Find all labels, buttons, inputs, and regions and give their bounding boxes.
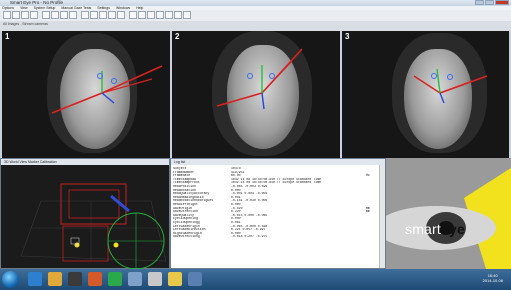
toolbar-button-icon[interactable] [3, 11, 11, 19]
toolbar-button-icon[interactable] [117, 11, 125, 19]
camera-strip: All images - Stream cameras [0, 21, 511, 31]
toolbar-button-icon[interactable] [90, 11, 98, 19]
log-list-panel[interactable]: Log list Subject 1047d FrameNumber 419,951 F… [170, 158, 386, 269]
taskbar-app-icon[interactable] [28, 272, 42, 286]
start-button[interactable] [2, 271, 19, 288]
log-field-name: GazeDirectionQ [173, 235, 200, 239]
head-pose-axes-icon [216, 48, 303, 110]
toolbar-button-icon[interactable] [147, 11, 155, 19]
toolbar-button-icon[interactable] [51, 11, 59, 19]
close-button[interactable] [495, 0, 509, 5]
windows-taskbar: 16:40 2014-10-08 [0, 269, 511, 290]
taskbar-app-icon[interactable] [168, 272, 182, 286]
maximize-button[interactable] [485, 0, 494, 5]
smarteye-logo: smarteye [405, 221, 465, 237]
taskbar-app-icon[interactable] [188, 272, 202, 286]
toolbar-button-icon[interactable] [69, 11, 77, 19]
camera-view-2[interactable]: 2 [172, 31, 340, 158]
camera-number-1: 1 [5, 32, 10, 41]
taskbar-app-icon[interactable] [68, 272, 82, 286]
smarteye-logo-panel: smarteye [386, 158, 511, 269]
toolbar-button-icon[interactable] [129, 11, 137, 19]
3d-scene-icon [20, 183, 167, 269]
camera-number-2: 2 [175, 32, 180, 41]
3d-world-view-title: 3D World View Marker Calibration [1, 159, 169, 165]
toolbar-button-icon[interactable] [183, 11, 191, 19]
toolbar-button-icon[interactable] [174, 11, 182, 19]
logo-eye-text: eye [441, 221, 465, 237]
system-clock[interactable]: 16:40 2014-10-08 [483, 273, 503, 283]
taskbar-app-icon[interactable] [128, 272, 142, 286]
head-pose-axes-icon [413, 68, 488, 104]
taskbar-app-icon[interactable] [108, 272, 122, 286]
taskbar-app-icon[interactable] [48, 272, 62, 286]
toolbar-button-icon[interactable] [30, 11, 38, 19]
toolbar-button-icon[interactable] [108, 11, 116, 19]
log-row[interactable]: GazeDirectionQ -0.018 0.207 -0.975 [173, 235, 378, 239]
toolbar-button-icon[interactable] [12, 11, 20, 19]
log-list-title: Log list [171, 159, 385, 165]
camera-view-1[interactable]: 1 [2, 31, 170, 158]
toolbar-button-icon[interactable] [156, 11, 164, 19]
vertical-scrollbar[interactable] [379, 165, 385, 268]
log-table: Subject 1047d FrameNumber 419,951 FrameRate 6… [173, 167, 378, 239]
log-field-unit [366, 235, 378, 239]
toolbar-button-icon[interactable] [42, 11, 50, 19]
toolbar-button-icon[interactable] [21, 11, 29, 19]
camera-view-3[interactable]: 3 [342, 31, 509, 158]
log-field-value: -0.018 0.207 -0.975 [231, 235, 268, 239]
head-pose-axes-icon [51, 65, 163, 114]
logo-smart-text: smart [405, 221, 441, 237]
3d-world-view-panel[interactable]: 3D World View Marker Calibration [0, 158, 170, 269]
camera-strip-label: All images - Stream cameras [3, 22, 48, 26]
toolbar-button-icon[interactable] [99, 11, 107, 19]
camera-number-3: 3 [345, 32, 350, 41]
toolbar-button-icon[interactable] [138, 11, 146, 19]
toolbar-button-icon[interactable] [165, 11, 173, 19]
toolbar-button-icon[interactable] [60, 11, 68, 19]
taskbar-app-icon[interactable] [88, 272, 102, 286]
minimize-button[interactable] [475, 0, 484, 5]
logo-graphic-icon [386, 168, 511, 269]
taskbar-app-icon[interactable] [148, 272, 162, 286]
clock-date: 2014-10-08 [482, 278, 503, 283]
toolbar-button-icon[interactable] [81, 11, 89, 19]
